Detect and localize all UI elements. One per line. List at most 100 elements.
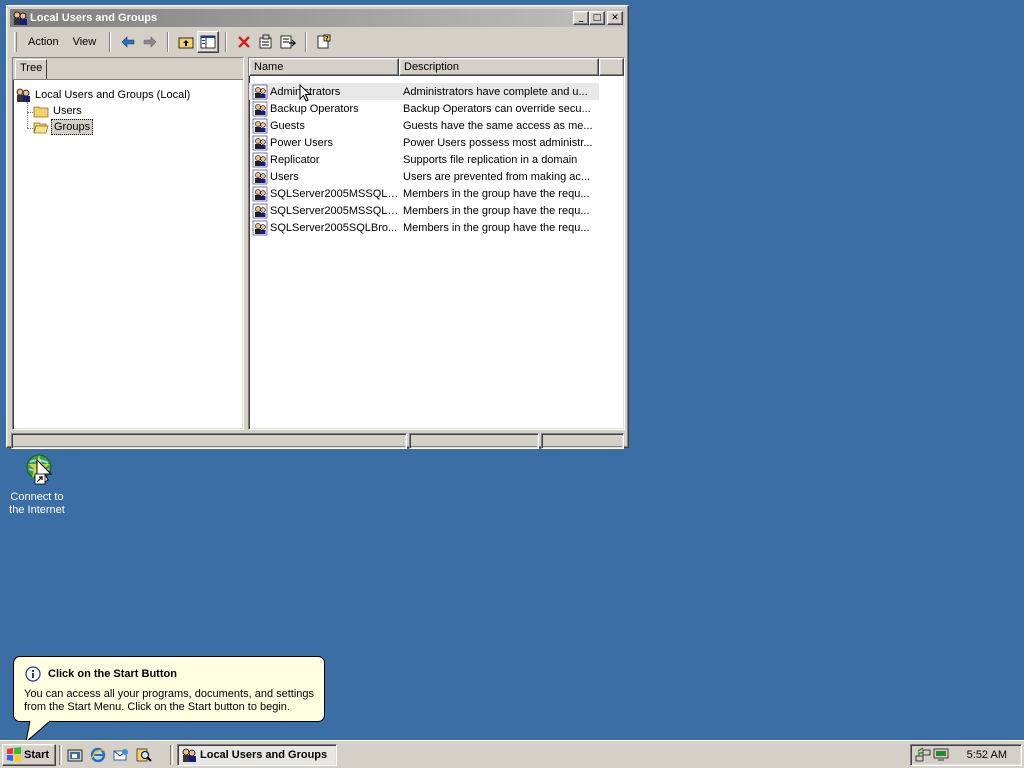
group-name: SQLServer2005SQLBro... [270,221,398,234]
group-name: Power Users [270,136,333,149]
console-tree-pane: Tree Local Users and Groups (Local) User… [12,57,244,430]
group-icon [252,152,268,167]
group-name: SQLServer2005MSSQLU... [270,204,399,217]
desktop-icon-connect-internet[interactable]: Connect to the Internet [4,452,70,517]
tree-root-label: Local Users and Groups (Local) [35,89,191,101]
back-arrow-icon [121,36,135,48]
show-hide-tree-button[interactable] [197,31,220,53]
group-name: Replicator [270,153,320,166]
title-bar[interactable]: Local Users and Groups _ □ ✕ [10,9,625,27]
menu-action[interactable]: Action [21,34,66,50]
status-bar [11,433,624,449]
toolbar-separator [167,32,170,52]
balloon-title: Click on the Start Button [48,668,177,680]
back-button[interactable] [117,31,139,53]
group-icon [252,203,268,218]
group-icon [252,118,268,133]
group-description: Supports file replication in a domain [403,153,578,166]
group-icon [252,84,268,99]
delete-x-icon [238,36,251,48]
group-name: Guests [270,119,305,132]
quick-launch-search[interactable] [133,745,155,765]
mouse-cursor-icon [299,84,311,102]
details-list-pane: Name Description Administrators Administ… [248,57,625,430]
info-icon [25,666,41,682]
list-item[interactable]: SQLServer2005MSSQLU... Members in the gr… [249,202,599,219]
group-name: Users [270,170,299,183]
minimize-icon: _ [578,13,584,23]
export-list-button[interactable] [277,31,299,53]
column-header-filler [599,58,624,76]
users-groups-icon [13,11,27,25]
internet-explorer-icon [90,747,106,763]
group-icon [252,186,268,201]
windows-logo-icon [7,747,21,762]
group-description: Members in the group have the requ... [403,221,590,234]
status-segment [541,433,624,449]
console-tree-icon [200,35,216,49]
toolbar-separator [225,32,228,52]
quick-launch [64,745,156,765]
quick-launch-show-desktop[interactable] [64,745,86,765]
list-item[interactable]: Replicator Supports file replication in … [249,151,599,168]
group-description: Members in the group have the requ... [403,204,590,217]
list-header: Name Description [249,58,624,76]
group-description: Administrators have complete and u... [403,85,588,98]
toolbar-separator [109,32,112,52]
menu-view[interactable]: View [66,34,104,50]
properties-button[interactable] [255,31,277,53]
desktop-icon-label-2: the Internet [9,504,65,516]
minimize-button[interactable]: _ [573,11,589,25]
toolbar-grip[interactable] [14,32,17,52]
quick-launch-outlook-express[interactable] [110,745,132,765]
maximize-button[interactable]: □ [589,11,605,25]
list-item[interactable]: Guests Guests have the same access as me… [249,117,599,134]
maximize-icon: □ [592,13,602,23]
desktop-icon-label-1: Connect to [10,491,64,503]
group-description: Guests have the same access as me... [403,119,593,132]
open-folder-icon [33,122,49,134]
tree-item-groups[interactable]: Groups [33,119,94,135]
column-header-description[interactable]: Description [399,58,599,76]
list-item[interactable]: SQLServer2005MSSQLS... Members in the gr… [249,185,599,202]
start-button[interactable]: Start [2,744,56,766]
list-item[interactable]: Power Users Power Users possess most adm… [249,134,599,151]
forward-arrow-icon [143,36,157,48]
window-title: Local Users and Groups [30,12,158,24]
monitor-tray-icon[interactable] [933,747,949,763]
help-button[interactable]: ? [313,31,335,53]
quick-launch-internet-explorer[interactable] [87,745,109,765]
taskbar-button-local-users-and-groups[interactable]: Local Users and Groups [177,744,337,766]
tree-item-users[interactable]: Users [33,103,84,119]
help-icon: ? [317,34,331,49]
group-icon [252,169,268,184]
show-desktop-icon [67,749,83,762]
tree-item-label: Users [53,105,82,117]
users-groups-icon [182,748,196,762]
close-button[interactable]: ✕ [607,11,623,25]
group-icon [252,220,268,235]
column-header-name[interactable]: Name [249,58,399,76]
list-item[interactable]: SQLServer2005SQLBro... Members in the gr… [249,219,599,236]
outlook-express-icon [113,749,128,761]
status-segment [409,433,539,449]
group-name: Backup Operators [270,102,359,115]
tree-item-root[interactable]: Local Users and Groups (Local) [15,87,192,103]
connect-internet-icon [26,454,53,485]
delete-button[interactable] [233,31,255,53]
network-icon[interactable] [915,747,931,763]
users-groups-icon [16,88,30,102]
folder-up-icon [178,37,194,49]
tab-tree[interactable]: Tree [15,59,47,79]
properties-icon [259,34,272,49]
group-icon [252,135,268,150]
clock[interactable]: 5:52 AM [967,749,1007,761]
close-icon: ✕ [611,13,619,23]
forward-button[interactable] [139,31,161,53]
list-item[interactable]: Users Users are prevented from making ac… [249,168,599,185]
system-tray: 5:52 AM [910,744,1022,766]
search-icon [136,748,152,762]
up-one-level-button[interactable] [175,31,197,53]
group-description: Members in the group have the requ... [403,187,590,200]
start-balloon-tooltip[interactable]: Click on the Start Button You can access… [13,656,325,722]
